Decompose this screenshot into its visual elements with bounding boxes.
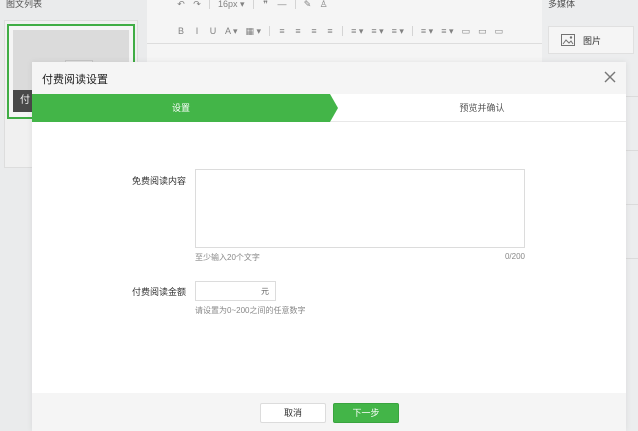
close-icon — [604, 71, 616, 83]
amount-input[interactable] — [196, 282, 260, 300]
dialog-title: 付费阅读设置 — [42, 74, 108, 86]
next-step-button[interactable]: 下一步 — [333, 403, 399, 423]
free-content-label: 免费阅读内容 — [131, 176, 186, 186]
dialog-header: 付费阅读设置 — [32, 62, 626, 94]
amount-field[interactable]: 元 — [195, 281, 276, 301]
free-content-hint: 至少输入20个文字 — [195, 253, 260, 262]
step-preview-label: 预览并确认 — [459, 103, 505, 113]
amount-unit: 元 — [261, 287, 269, 296]
close-button[interactable] — [602, 69, 618, 85]
dialog-footer: 取消 下一步 — [32, 393, 626, 431]
cancel-button[interactable]: 取消 — [260, 403, 326, 423]
free-content-textarea[interactable] — [195, 169, 525, 248]
amount-label: 付费阅读金额 — [131, 287, 186, 297]
step-settings-label: 设置 — [171, 103, 190, 113]
amount-hint: 请设置为0~200之间的任意数字 — [195, 306, 306, 315]
char-counter: 0/200 — [504, 252, 525, 261]
paid-reading-dialog: 付费阅读设置 设置 预览并确认 免费阅读内容 至少输入20个文字 0/200 付… — [32, 62, 626, 431]
step-settings: 设置 — [32, 94, 338, 122]
step-indicator: 设置 预览并确认 — [32, 94, 626, 122]
